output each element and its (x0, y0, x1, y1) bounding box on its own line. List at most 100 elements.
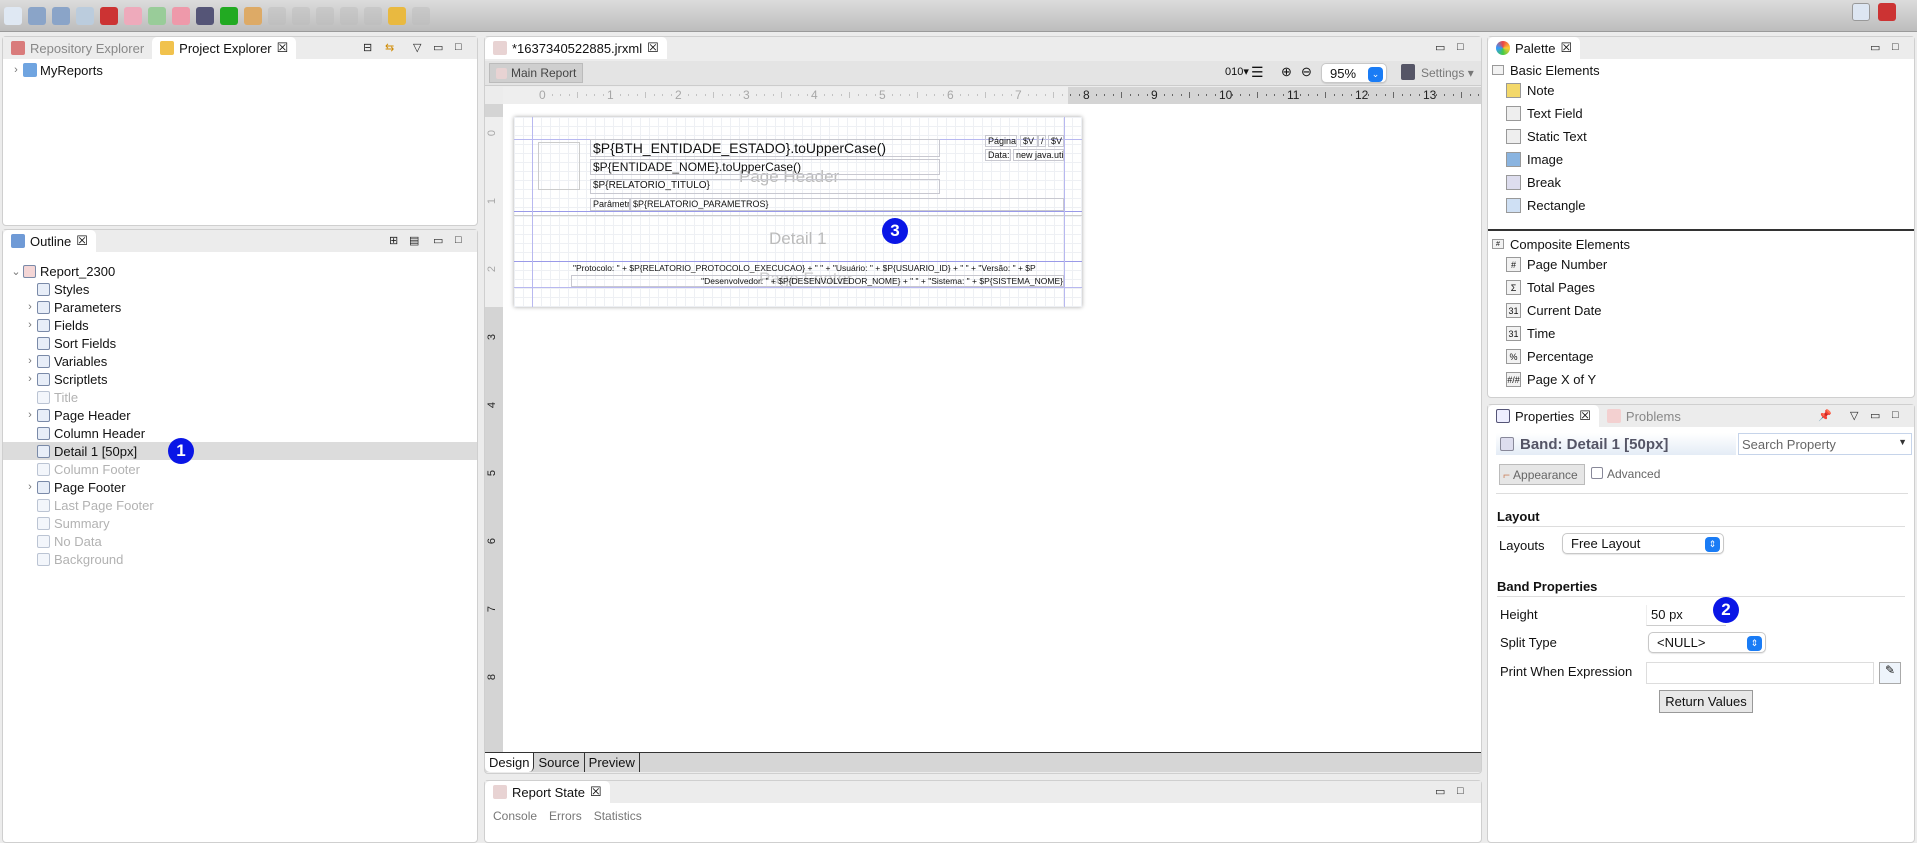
outline-item[interactable]: › Parameters (3, 298, 477, 316)
report-design-perspective-icon[interactable] (1878, 3, 1896, 21)
chevron-right-icon[interactable]: › (23, 409, 37, 421)
close-icon[interactable]: ☒ (277, 40, 289, 56)
outline-item[interactable]: › Variables (3, 352, 477, 370)
palette-item[interactable]: Static Text (1488, 125, 1914, 148)
zoom-in-icon[interactable]: ⊕ (1281, 64, 1292, 80)
undo-icon[interactable] (388, 6, 406, 25)
chevron-right-icon[interactable]: › (23, 373, 37, 385)
field-parametros-value[interactable]: $P{RELATORIO_PARAMETROS} (630, 198, 1064, 211)
outline-item[interactable]: Column Header (3, 424, 477, 442)
overview-icon[interactable]: ▤ (409, 234, 419, 247)
step-up-icon[interactable] (292, 6, 310, 25)
outline-item[interactable]: › Page Header (3, 406, 477, 424)
tab-palette[interactable]: Palette ☒ (1488, 37, 1581, 59)
tab-properties[interactable]: Properties ☒ (1488, 405, 1599, 427)
field-data-label[interactable]: Data: (985, 149, 1011, 161)
maximize-icon[interactable]: □ (1892, 409, 1899, 421)
field-footer-protocolo[interactable]: "Protocolo: " + $P{RELATORIO_PROTOCOLO_E… (571, 263, 1064, 275)
palette-item[interactable]: Image (1488, 148, 1914, 171)
close-icon[interactable]: ☒ (76, 233, 88, 249)
collapse-all-icon[interactable]: ⊟ (363, 41, 372, 54)
tab-statistics[interactable]: Statistics (594, 809, 642, 823)
appearance-tab[interactable]: ⌐ Appearance (1499, 464, 1585, 485)
tab-report-state[interactable]: Report State ☒ (485, 781, 610, 803)
chevron-right-icon[interactable]: › (23, 355, 37, 367)
report-page[interactable]: Page Header Detail 1 Page Footer $P{BTH_… (514, 117, 1082, 307)
palette-item[interactable]: Note (1488, 79, 1914, 102)
field-entidade-estado[interactable]: $P{BTH_ENTIDADE_ESTADO}.toUpperCase() (590, 139, 940, 157)
chevron-right-icon[interactable]: › (23, 481, 37, 493)
minimize-icon[interactable]: ▭ (1435, 785, 1445, 798)
minimize-icon[interactable]: ▭ (1435, 41, 1445, 54)
split-type-select[interactable]: <NULL> ⇕ (1648, 632, 1766, 653)
field-entidade-nome[interactable]: $P{ENTIDADE_NOME}.toUpperCase() (590, 159, 940, 175)
outline-root[interactable]: ⌄ Report_2300 (3, 262, 477, 280)
compile-menu-icon[interactable]: 010▾ (1225, 65, 1249, 78)
field-parametros-label[interactable]: Parâmetros: (590, 198, 630, 211)
logo-image-element[interactable] (538, 142, 580, 190)
print-when-input[interactable] (1646, 662, 1874, 684)
palette-item[interactable]: # Page Number (1488, 253, 1914, 276)
forward-icon[interactable] (364, 6, 382, 25)
back2-icon[interactable] (340, 6, 358, 25)
design-canvas[interactable]: Page Header Detail 1 Page Footer $P{BTH_… (503, 104, 1481, 752)
expression-editor-button[interactable]: ✎ (1879, 662, 1901, 684)
outline-item[interactable]: Column Footer (3, 460, 477, 478)
field-relatorio-titulo[interactable]: $P{RELATORIO_TITULO} (590, 179, 940, 194)
outline-item[interactable]: › Scriptlets (3, 370, 477, 388)
close-icon[interactable]: ☒ (1579, 408, 1591, 424)
outline-item[interactable]: › Fields (3, 316, 477, 334)
field-pagina-v2[interactable]: $V (1048, 135, 1064, 147)
main-report-button[interactable]: Main Report (489, 63, 584, 83)
tab-errors[interactable]: Errors (549, 809, 582, 823)
maximize-icon[interactable]: □ (1892, 41, 1899, 53)
view-menu-icon[interactable]: ▽ (1850, 409, 1858, 422)
palette-item[interactable]: Σ Total Pages (1488, 276, 1914, 299)
minimize-icon[interactable]: ▭ (433, 234, 443, 247)
tab-source[interactable]: Source (534, 753, 585, 772)
palette-item[interactable]: 31 Time (1488, 322, 1914, 345)
outline-item[interactable]: Styles (3, 280, 477, 298)
outline-item[interactable]: › Page Footer (3, 478, 477, 496)
compile-icon[interactable] (76, 6, 94, 25)
search-property-input[interactable]: Search Property ▼ (1738, 433, 1912, 455)
chevron-right-icon[interactable]: › (23, 319, 37, 331)
outline-item[interactable]: Title (3, 388, 477, 406)
chevron-right-icon[interactable]: › (9, 64, 23, 76)
layout-icon[interactable]: ☰ (1251, 64, 1264, 81)
new-report-icon[interactable] (124, 6, 142, 25)
publish-icon[interactable] (196, 6, 214, 25)
return-values-button[interactable]: Return Values (1659, 690, 1753, 713)
advanced-tab[interactable]: Advanced (1591, 467, 1660, 481)
palette-item[interactable]: 31 Current Date (1488, 299, 1914, 322)
outline-item[interactable]: Sort Fields (3, 334, 477, 352)
minimize-icon[interactable]: ▭ (1870, 41, 1880, 54)
palette-group-basic[interactable]: Basic Elements (1488, 61, 1914, 79)
chevron-down-icon[interactable]: ⌄ (9, 265, 23, 278)
maximize-icon[interactable]: □ (1457, 41, 1464, 53)
zoom-select[interactable]: 95% ⌄ (1321, 63, 1387, 83)
pin-icon[interactable]: 📌 (1818, 409, 1832, 422)
palette-group-composite[interactable]: # Composite Elements (1488, 235, 1914, 253)
tab-design[interactable]: Design (485, 753, 535, 772)
tab-preview[interactable]: Preview (585, 753, 640, 772)
save-icon[interactable] (28, 6, 46, 25)
tab-problems[interactable]: Problems (1599, 405, 1689, 427)
outline-item[interactable]: Background (3, 550, 477, 568)
back-icon[interactable] (316, 6, 334, 25)
edit-icon[interactable] (172, 6, 190, 25)
run-icon[interactable] (220, 6, 238, 25)
chevron-down-icon[interactable]: ▼ (1898, 437, 1907, 447)
tab-jrxml-file[interactable]: *1637340522885.jrxml ☒ (485, 37, 667, 59)
outline-item[interactable]: Last Page Footer (3, 496, 477, 514)
field-pagina-v1[interactable]: $V (1020, 135, 1038, 147)
tab-console[interactable]: Console (493, 809, 537, 823)
close-icon[interactable]: ☒ (1560, 40, 1572, 56)
open-perspective-icon[interactable] (1852, 3, 1870, 21)
layouts-select[interactable]: Free Layout ⇕ (1562, 533, 1724, 554)
zoom-out-icon[interactable]: ⊖ (1301, 64, 1312, 80)
tree-item-myreports[interactable]: › MyReports (3, 61, 477, 79)
palette-item[interactable]: #/# Page X of Y (1488, 368, 1914, 391)
maximize-icon[interactable]: □ (455, 41, 462, 53)
chevron-right-icon[interactable]: › (23, 301, 37, 313)
